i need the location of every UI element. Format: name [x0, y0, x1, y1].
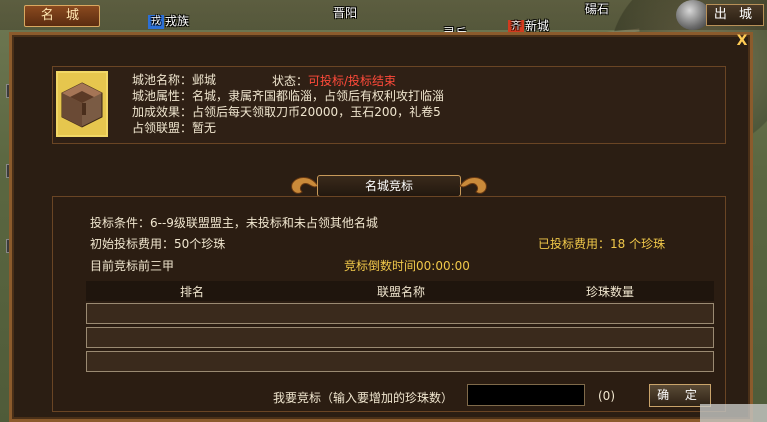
map-city-jinyang[interactable]: 晋阳: [333, 4, 357, 21]
city-alliance-row: 占领联盟：暂无: [132, 120, 444, 136]
city-alliance-label: 占领联盟：: [132, 121, 193, 135]
bid-count: (0): [598, 389, 615, 403]
city-name-value: 邺城: [192, 73, 217, 87]
faction-badge-icon: 戎: [148, 14, 164, 29]
column-header-alliance: 联盟名称: [377, 285, 426, 299]
city-name-label: 城池名称：: [132, 73, 193, 87]
table-row: [86, 351, 714, 372]
corner-decoration: [700, 404, 767, 422]
city-thumbnail: [56, 71, 108, 137]
globe-icon[interactable]: [676, 0, 710, 30]
map-city-label: 晋阳: [333, 6, 358, 20]
city-attr-value: 名城，隶属齐国都临淄，占领后有权利攻打临淄: [192, 89, 445, 103]
initial-fee: 初始投标费用：50个珍珠: [90, 237, 226, 251]
map-city-tangshan[interactable]: 碭石: [585, 0, 609, 17]
bid-countdown: 竞标倒数时间00:00:00: [344, 259, 470, 273]
table-row: [86, 327, 714, 348]
city-attr-row: 城池属性：名城，隶属齐国都临淄，占领后有权利攻打临淄: [132, 88, 444, 104]
close-icon[interactable]: X: [733, 33, 751, 49]
city-effect-row: 加成效果：占领后每天领取刀币20000，玉石200，礼卷5: [132, 104, 444, 120]
city-attr-label: 城池属性：: [132, 89, 193, 103]
city-status-value: 可投标/投标结束: [308, 74, 397, 88]
map-city-label: 戎族: [165, 14, 190, 28]
city-effect-value: 占领后每天领取刀币20000，玉石200，礼卷5: [192, 105, 441, 119]
exit-city-button[interactable]: 出 城: [706, 4, 764, 26]
map-city-label: 碭石: [585, 2, 610, 16]
table-row: [86, 303, 714, 324]
bid-amount-input[interactable]: [467, 384, 585, 406]
top-bar: [0, 0, 767, 30]
section-title-city-bid: 名城竞标: [317, 175, 461, 197]
city-building-icon: [61, 82, 103, 128]
city-effect-label: 加成效果：: [132, 105, 193, 119]
map-city-rong[interactable]: 戎戎族: [148, 12, 189, 29]
city-status-row: 状态：可投标/投标结束: [272, 72, 396, 89]
column-header-rank: 排名: [180, 285, 205, 299]
tab-famous-city[interactable]: 名 城: [24, 5, 100, 27]
map-city-label: 新城: [525, 19, 550, 33]
top-three-label: 目前竞标前三甲: [90, 259, 175, 273]
paid-fee: 已投标费用：18 个珍珠: [538, 237, 666, 251]
city-status-label: 状态：: [272, 74, 309, 88]
city-alliance-value: 暂无: [192, 121, 217, 135]
bid-prompt: 我要竞标（输入要增加的珍珠数）: [273, 391, 454, 405]
column-header-pearls: 珍珠数量: [586, 285, 635, 299]
bid-condition: 投标条件：6--9级联盟盟主，未投标和未占领其他名城: [90, 216, 378, 230]
